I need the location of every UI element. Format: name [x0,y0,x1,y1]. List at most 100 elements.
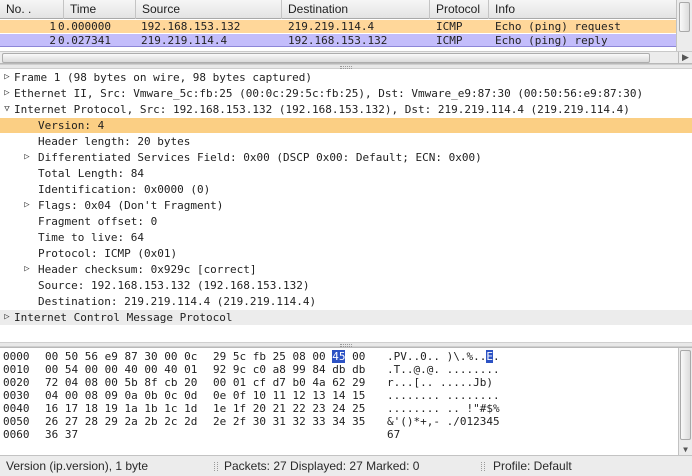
hex-ascii[interactable]: ........ .. !"#$% [387,402,500,415]
packet-row[interactable]: 2 0.027341 219.219.114.4 192.168.153.132… [0,34,676,47]
hex-row: 0010 00 54 00 00 40 00 40 01 92 9c c0 a8… [0,363,500,376]
detail-text: Destination: 219.219.114.4 (219.219.114.… [38,295,317,308]
scrollbar-thumb[interactable] [2,53,650,63]
column-header-time[interactable]: Time [64,0,136,19]
collapse-triangle-icon[interactable]: ▽ [2,102,12,117]
packet-list-pane[interactable]: No. . Time Source Destination Protocol I… [0,0,692,64]
column-header-source[interactable]: Source [136,0,282,19]
detail-row-header-length[interactable]: Header length: 20 bytes [0,134,692,149]
detail-text: Protocol: ICMP (0x01) [38,247,178,260]
expand-triangle-icon[interactable]: ▷ [2,310,12,325]
hex-offset: 0060 [3,428,30,441]
column-header-destination[interactable]: Destination [282,0,430,19]
packet-no: 2 [49,34,56,47]
detail-text: Internet Protocol, Src: 192.168.153.132 … [14,103,630,116]
hex-ascii[interactable]: ........ ........ [387,389,500,402]
detail-text: Flags: 0x04 (Don't Fragment) [38,199,224,212]
hex-bytes[interactable]: 00 01 cf d7 b0 4a 62 29 [213,376,365,389]
status-profile[interactable]: Profile: Default [493,456,572,476]
hex-row: 0060 36 37 67 [0,428,400,441]
detail-row-icmp[interactable]: ▷ Internet Control Message Protocol [0,310,692,325]
expand-triangle-icon[interactable]: ▷ [2,70,12,85]
hex-bytes[interactable]: 2e 2f 30 31 32 33 34 35 [213,415,365,428]
detail-row-fragment-offset[interactable]: Fragment offset: 0 [0,214,692,229]
hex-offset: 0010 [3,363,30,376]
detail-row-ethernet[interactable]: ▷ Ethernet II, Src: Vmware_5c:fb:25 (00:… [0,86,692,101]
hex-row: 0030 04 00 08 09 0a 0b 0c 0d 0e 0f 10 11… [0,389,500,402]
hex-offset: 0020 [3,376,30,389]
packet-time: 0.000000 [58,20,111,33]
scroll-right-arrow-icon[interactable]: ▶ [678,52,692,63]
hex-bytes[interactable]: 16 17 18 19 1a 1b 1c 1d [45,402,197,415]
packet-time: 0.027341 [58,34,111,47]
column-header-no[interactable]: No. . [0,0,64,19]
packet-details-pane[interactable]: ▷ Frame 1 (98 bytes on wire, 98 bytes ca… [0,69,692,342]
packet-bytes-pane[interactable]: 0000 00 50 56 e9 87 30 00 0c 29 5c fb 25… [0,347,692,455]
hex-bytes[interactable]: 36 37 [45,428,78,441]
detail-row-dsfield[interactable]: ▷ Differentiated Services Field: 0x00 (D… [0,150,692,165]
packet-list-header: No. . Time Source Destination Protocol I… [0,0,676,19]
detail-row-source[interactable]: Source: 192.168.153.132 (192.168.153.132… [0,278,692,293]
detail-text: Internet Control Message Protocol [14,311,233,324]
status-field-info: Version (ip.version), 1 byte [6,459,149,473]
hex-bytes[interactable]: 29 5c fb 25 08 00 45 00 [213,350,365,363]
status-bar: Version (ip.version), 1 byte Packets: 27… [0,455,692,476]
hex-bytes[interactable]: 72 04 08 00 5b 8f cb 20 [45,376,197,389]
status-separator [214,462,218,471]
packet-list-horizontal-scrollbar[interactable]: ▶ [0,51,692,63]
detail-text: Header checksum: 0x929c [correct] [38,263,257,276]
expand-triangle-icon[interactable]: ▷ [22,262,32,277]
packet-protocol: ICMP [436,20,463,33]
hex-bytes[interactable]: 00 50 56 e9 87 30 00 0c [45,350,197,363]
detail-row-identification[interactable]: Identification: 0x0000 (0) [0,182,692,197]
status-separator [481,462,485,471]
hex-row: 0000 00 50 56 e9 87 30 00 0c 29 5c fb 25… [0,350,500,363]
detail-row-destination[interactable]: Destination: 219.219.114.4 (219.219.114.… [0,294,692,309]
hex-bytes[interactable]: 0e 0f 10 11 12 13 14 15 [213,389,365,402]
hex-row: 0020 72 04 08 00 5b 8f cb 20 00 01 cf d7… [0,376,493,389]
column-header-info[interactable]: Info [489,0,676,19]
hex-pane-vertical-scrollbar[interactable]: ▼ [678,348,692,455]
detail-text: Differentiated Services Field: 0x00 (DSC… [38,151,482,164]
packet-protocol: ICMP [436,34,463,47]
hex-ascii[interactable]: 67 [387,428,400,441]
packet-destination: 192.168.153.132 [288,34,388,47]
ascii-char-selected[interactable]: E [486,350,493,363]
expand-triangle-icon[interactable]: ▷ [22,150,32,165]
detail-row-frame[interactable]: ▷ Frame 1 (98 bytes on wire, 98 bytes ca… [0,70,692,85]
hex-bytes[interactable]: 26 27 28 29 2a 2b 2c 2d [45,415,197,428]
detail-row-version[interactable]: Version: 4 [0,118,692,133]
packet-list-vertical-scrollbar[interactable] [676,0,692,52]
ascii-pre: .PV..0.. )\.%.. [387,350,487,363]
hex-offset: 0050 [3,415,30,428]
scrollbar-thumb[interactable] [679,2,690,32]
detail-row-protocol[interactable]: Protocol: ICMP (0x01) [0,246,692,261]
column-header-protocol[interactable]: Protocol [430,0,489,19]
hex-ascii[interactable]: &'()*+,- ./012345 [387,415,500,428]
hex-bytes[interactable]: 92 9c c0 a8 99 84 db db [213,363,365,376]
hex-ascii[interactable]: .PV..0.. )\.%..E. [387,350,500,363]
detail-text: Frame 1 (98 bytes on wire, 98 bytes capt… [14,71,313,84]
hex-row: 0050 26 27 28 29 2a 2b 2c 2d 2e 2f 30 31… [0,415,500,428]
expand-triangle-icon[interactable]: ▷ [2,86,12,101]
detail-row-total-length[interactable]: Total Length: 84 [0,166,692,181]
hex-ascii[interactable]: .T..@.@. ........ [387,363,500,376]
scroll-down-arrow-icon[interactable]: ▼ [679,444,692,455]
hex-ascii[interactable]: r...[.. .....Jb) [387,376,493,389]
detail-row-internet-protocol[interactable]: ▽ Internet Protocol, Src: 192.168.153.13… [0,102,692,117]
hex-bytes[interactable]: 00 54 00 00 40 00 40 01 [45,363,197,376]
packet-info: Echo (ping) reply [495,34,608,47]
detail-row-flags[interactable]: ▷ Flags: 0x04 (Don't Fragment) [0,198,692,213]
detail-text: Ethernet II, Src: Vmware_5c:fb:25 (00:0c… [14,87,644,100]
hex-bytes[interactable]: 1e 1f 20 21 22 23 24 25 [213,402,365,415]
scrollbar-thumb[interactable] [680,350,691,440]
hex-byte-selected[interactable]: 45 [332,350,346,363]
detail-text: Header length: 20 bytes [38,135,191,148]
packet-destination: 219.219.114.4 [288,20,375,33]
detail-row-header-checksum[interactable]: ▷ Header checksum: 0x929c [correct] [0,262,692,277]
hex-bytes[interactable]: 04 00 08 09 0a 0b 0c 0d [45,389,197,402]
expand-triangle-icon[interactable]: ▷ [22,198,32,213]
packet-no: 1 [49,20,56,33]
detail-row-ttl[interactable]: Time to live: 64 [0,230,692,245]
packet-row[interactable]: 1 0.000000 192.168.153.132 219.219.114.4… [0,20,676,33]
